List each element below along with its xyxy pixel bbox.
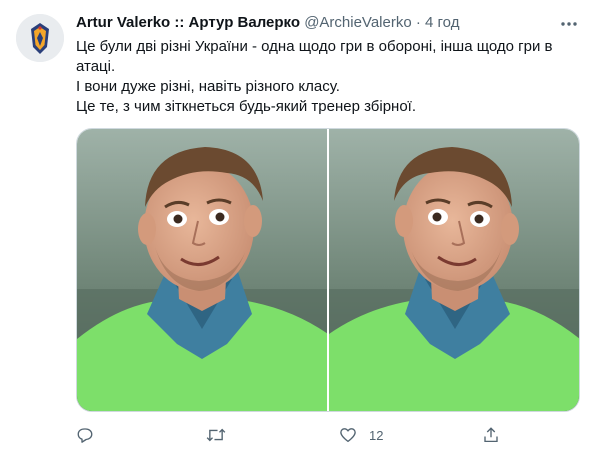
retweet-button[interactable] xyxy=(206,424,238,446)
tweet-actions: 12 xyxy=(76,424,506,446)
like-button[interactable]: 12 xyxy=(339,424,383,446)
tweet-header: Artur Valerko :: Артур Валерко @ArchieVa… xyxy=(76,13,555,33)
header-separator: · xyxy=(415,14,421,31)
tweet-text-line: Це були дві різні України - одна щодо гр… xyxy=(76,38,553,75)
like-count: 12 xyxy=(369,427,384,443)
tweet-time[interactable]: 4 год xyxy=(425,14,459,31)
author-handle[interactable]: @ArchieValerko xyxy=(304,14,412,31)
heart-icon xyxy=(340,428,356,443)
tweet-text-line: Це те, з чим зіткнеться будь-який тренер… xyxy=(76,98,417,115)
tweet-media[interactable] xyxy=(76,128,580,412)
tweet-text-line: І вони дуже різні, навіть різного класу. xyxy=(76,78,340,95)
left-photo[interactable] xyxy=(77,129,327,411)
right-photo[interactable] xyxy=(329,129,579,411)
more-options-button[interactable] xyxy=(557,12,581,36)
share-button[interactable] xyxy=(482,424,512,446)
tweet-text: Це були дві різні України - одна щодо гр… xyxy=(76,37,576,117)
reply-button[interactable] xyxy=(76,424,106,446)
share-icon xyxy=(484,427,498,443)
reply-icon xyxy=(77,428,93,443)
tweet[interactable]: Artur Valerko :: Артур Валерко @ArchieVa… xyxy=(0,0,595,455)
author-display-name[interactable]: Artur Valerko :: Артур Валерко xyxy=(76,14,300,31)
crest-avatar-icon xyxy=(16,14,64,62)
author-avatar[interactable] xyxy=(16,14,64,62)
retweet-icon xyxy=(206,428,226,442)
more-icon xyxy=(561,22,577,26)
